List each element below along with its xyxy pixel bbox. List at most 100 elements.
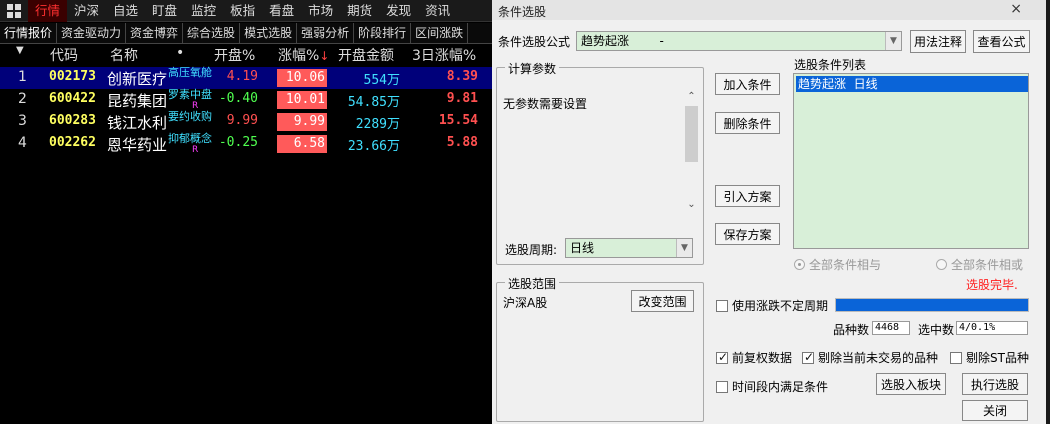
radio-all-or-dot xyxy=(936,259,947,270)
conditions-list[interactable]: 趋势起涨 日线 xyxy=(793,73,1029,249)
col-change[interactable]: 涨幅%↓ xyxy=(278,45,329,65)
scroll-down-icon[interactable]: ⌄ xyxy=(683,196,700,212)
scroll-up-icon[interactable]: ⌃ xyxy=(683,88,700,104)
nav-item-news[interactable]: 资讯 xyxy=(418,0,457,22)
exclude-st-box xyxy=(950,351,962,364)
hit-field: 4/0.1% xyxy=(956,321,1028,335)
menu-grid-icon[interactable] xyxy=(0,0,28,22)
screen: 行情 沪深 自选 盯盘 监控 板指 看盘 市场 期货 发现 资讯 行情报价 资金… xyxy=(0,0,1050,424)
radio-all-and[interactable]: 全部条件相与 xyxy=(794,256,881,273)
tab-range-change[interactable]: 区间涨跌 xyxy=(411,23,469,43)
use-period-box xyxy=(716,299,728,312)
col-code[interactable]: 代码 xyxy=(50,45,78,65)
use-period-checkbox[interactable]: 使用涨跌不定周期 xyxy=(716,297,828,314)
add-to-block-button[interactable]: 选股入板块 xyxy=(876,373,946,395)
change-cell: 10.01 xyxy=(277,91,327,109)
radio-all-or[interactable]: 全部条件相或 xyxy=(936,256,1023,273)
concept-tag: 罗素中盘 xyxy=(168,88,212,101)
col-dot: • xyxy=(176,45,185,61)
tab-fund-driver[interactable]: 资金驱动力 xyxy=(57,23,127,43)
tab-combined-screener[interactable]: 综合选股 xyxy=(183,23,241,43)
chevron-down-icon[interactable]: ▼ xyxy=(885,32,901,50)
nav-item-watch[interactable]: 盯盘 xyxy=(145,0,184,22)
exclude-untraded-box xyxy=(802,350,814,364)
open-amount: 23.66万 xyxy=(347,139,400,154)
open-change: 4.19 xyxy=(226,69,258,84)
tab-fund-game[interactable]: 资金博弈 xyxy=(126,23,184,43)
concept-tag: 抑郁概念 xyxy=(168,132,212,145)
delete-condition-button[interactable]: 删除条件 xyxy=(715,112,780,134)
nav-item-sector-index[interactable]: 板指 xyxy=(223,0,262,22)
row-index: 1 xyxy=(18,69,27,85)
time-range-checkbox[interactable]: 时间段内满足条件 xyxy=(716,378,828,395)
col-open[interactable]: 开盘% xyxy=(214,45,255,65)
nav-item-watchlist[interactable]: 自选 xyxy=(106,0,145,22)
scroll-thumb[interactable] xyxy=(685,106,698,162)
view-formula-button[interactable]: 查看公式 xyxy=(973,30,1030,53)
collapse-triangle-icon[interactable]: ▼ xyxy=(16,45,24,56)
table-row[interactable]: 4 002262 恩华药业 抑郁概念 R -0.25 6.58 23.66万 5.88 xyxy=(0,133,492,155)
col-change-label: 涨幅% xyxy=(278,48,320,64)
radio-all-and-label: 全部条件相与 xyxy=(809,258,882,272)
run-screen-button[interactable]: 执行选股 xyxy=(962,373,1028,395)
table-header: ▼ 代码 名称 • 开盘% 涨幅%↓ 开盘金额 3日涨幅% xyxy=(0,45,492,65)
add-condition-button[interactable]: 加入条件 xyxy=(715,73,780,95)
formula-select[interactable]: 趋势起涨 - ▼ xyxy=(576,31,902,51)
table-row[interactable]: 3 600283 钱江水利 要约收购 9.99 9.99 2289万 15.54 xyxy=(0,111,492,133)
tab-pattern-screener[interactable]: 模式选股 xyxy=(240,23,298,43)
stock-code: 002173 xyxy=(49,69,96,84)
formula-select-value: 趋势起涨 - xyxy=(581,34,664,48)
col-name[interactable]: 名称 xyxy=(110,45,138,65)
stock-code: 002262 xyxy=(49,135,96,150)
exclude-untraded-checkbox[interactable]: 剔除当前未交易的品种 xyxy=(802,349,938,366)
nav-item-shsz[interactable]: 沪深 xyxy=(67,0,106,22)
dialog-titlebar: 条件选股 × xyxy=(492,0,1050,20)
sort-desc-icon: ↓ xyxy=(319,49,330,63)
stock-name: 恩华药业 xyxy=(107,136,168,154)
table-row[interactable]: 1 002173 创新医疗 高压氧舱 4.19 10.06 554万 8.39 xyxy=(0,67,492,89)
exclude-untraded-label: 剔除当前未交易的品种 xyxy=(818,351,939,365)
quote-panel: 行情 沪深 自选 盯盘 监控 板指 看盘 市场 期货 发现 资讯 行情报价 资金… xyxy=(0,0,492,424)
params-text: 无参数需要设置 xyxy=(503,97,588,111)
period-select-value: 日线 xyxy=(570,241,595,255)
nav-item-quotes[interactable]: 行情 xyxy=(28,0,68,22)
close-icon[interactable]: × xyxy=(1010,1,1022,17)
col-three-day[interactable]: 3日涨幅% xyxy=(412,45,476,65)
time-range-box xyxy=(716,380,728,393)
params-scrollbar[interactable]: ⌃ ⌄ xyxy=(683,88,700,212)
nav-item-monitor[interactable]: 监控 xyxy=(184,0,223,22)
range-value: 沪深A股 xyxy=(503,296,548,310)
stock-name: 创新医疗 xyxy=(107,70,168,88)
tab-stage-ranking[interactable]: 阶段排行 xyxy=(354,23,412,43)
pre-adjust-label: 前复权数据 xyxy=(732,351,793,365)
import-plan-button[interactable]: 引入方案 xyxy=(715,185,780,207)
list-item[interactable]: 趋势起涨 日线 xyxy=(796,76,1028,92)
open-change: -0.25 xyxy=(218,135,258,150)
usage-note-button[interactable]: 用法注释 xyxy=(910,30,966,53)
nav-item-discover[interactable]: 发现 xyxy=(379,0,418,22)
tab-quote-list[interactable]: 行情报价 xyxy=(0,23,58,43)
period-select[interactable]: 日线 ▼ xyxy=(565,238,693,258)
nav-item-futures[interactable]: 期货 xyxy=(340,0,379,22)
close-button[interactable]: 关闭 xyxy=(962,400,1028,421)
change-range-button[interactable]: 改变范围 xyxy=(631,290,694,312)
background-window-edge xyxy=(1046,0,1050,424)
stock-name: 昆药集团 xyxy=(107,92,168,110)
col-amount[interactable]: 开盘金额 xyxy=(338,45,394,65)
row-index: 3 xyxy=(18,113,27,129)
nav-item-market-view[interactable]: 看盘 xyxy=(262,0,301,22)
save-plan-button[interactable]: 保存方案 xyxy=(715,223,780,245)
change-cell: 10.06 xyxy=(277,69,327,87)
row-index: 4 xyxy=(18,135,27,151)
chevron-down-icon[interactable]: ▼ xyxy=(676,239,692,257)
three-day-change: 9.81 xyxy=(446,91,478,106)
pre-adjust-checkbox[interactable]: 前复权数据 xyxy=(716,349,792,366)
top-nav: 行情 沪深 自选 盯盘 监控 板指 看盘 市场 期货 发现 资讯 xyxy=(0,0,492,22)
nav-item-market[interactable]: 市场 xyxy=(301,0,340,22)
pre-adjust-box xyxy=(716,350,728,364)
table-row[interactable]: 2 600422 昆药集团 罗素中盘 R -0.40 10.01 54.85万 9.81 xyxy=(0,89,492,111)
row-index: 2 xyxy=(18,91,27,107)
exclude-st-checkbox[interactable]: 剔除ST品种 xyxy=(950,349,1029,366)
tab-strength-analysis[interactable]: 强弱分析 xyxy=(297,23,355,43)
condition-screener-dialog: 条件选股 × 条件选股公式 趋势起涨 - ▼ 用法注释 查看公式 计算参数 无参… xyxy=(492,0,1050,424)
